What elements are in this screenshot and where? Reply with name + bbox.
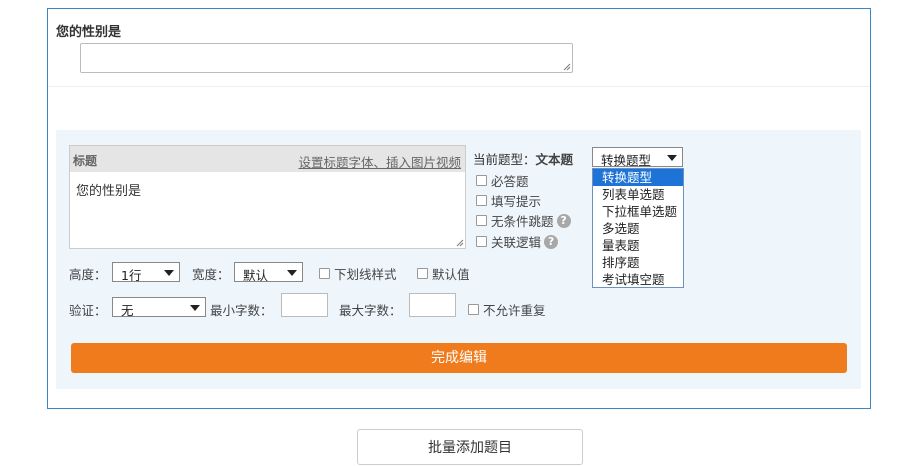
title-text[interactable]: 您的性别是 [76,180,141,199]
no-duplicate-checkbox[interactable] [468,304,479,315]
unconditional-jump-checkbox[interactable] [476,215,487,226]
title-label: 标题 [73,154,98,168]
chevron-down-icon [287,270,297,276]
current-type: 当前题型：文本题 [473,149,573,168]
linked-logic-checkbox[interactable] [476,236,487,247]
chevron-down-icon [667,155,677,161]
title-editor-header: 标题 设置标题字体、插入图片视频 [70,146,465,172]
validate-label: 验证： [69,303,107,318]
convert-type-select[interactable]: 转换题型 [592,147,683,168]
width-value: 默认 [243,268,269,283]
underline-style-option[interactable]: 下划线样式 [319,264,397,283]
help-icon[interactable]: ? [556,213,571,228]
dropdown-option[interactable]: 排序题 [593,254,683,271]
resize-grip-icon[interactable] [456,239,464,247]
default-value-label: 默认值 [432,267,470,282]
unconditional-jump-option[interactable]: 无条件跳题 ? [476,211,571,230]
title-editor[interactable]: 标题 设置标题字体、插入图片视频 您的性别是 [69,145,466,249]
finish-edit-button[interactable]: 完成编辑 [71,343,847,373]
required-label: 必答题 [491,174,529,189]
hint-option[interactable]: 填写提示 [476,191,541,210]
question-editor-panel: 标题 设置标题字体、插入图片视频 您的性别是 当前题型：文本题 转换题型 必答题… [56,130,861,389]
dropdown-option[interactable]: 多选题 [593,220,683,237]
hint-label: 填写提示 [491,194,542,209]
help-icon[interactable]: ? [544,234,559,249]
height-select[interactable]: 1行 [112,262,180,283]
underline-style-checkbox[interactable] [319,268,330,279]
underline-style-label: 下划线样式 [334,267,397,282]
default-value-option[interactable]: 默认值 [417,264,470,283]
chevron-down-icon [164,270,174,276]
convert-type-dropdown[interactable]: 转换题型 列表单选题 下拉框单选题 多选题 量表题 排序题 考试填空题 [592,168,684,288]
default-value-checkbox[interactable] [417,268,428,279]
max-chars-label: 最大字数： [339,303,402,318]
linked-logic-label: 关联逻辑 [491,235,542,250]
current-type-value: 文本题 [535,152,574,167]
min-chars-input[interactable] [281,293,328,317]
question-card: 您的性别是 标题 设置标题字体、插入图片视频 您的性别是 当前题型：文本题 转换… [47,8,871,409]
height-value: 1行 [121,268,142,283]
convert-type-value: 转换题型 [601,153,652,168]
batch-add-questions-button[interactable]: 批量添加题目 [357,429,583,465]
title-font-media-link[interactable]: 设置标题字体、插入图片视频 [298,152,461,171]
dropdown-option[interactable]: 列表单选题 [593,186,683,203]
dropdown-option[interactable]: 考试填空题 [593,271,683,288]
answer-textarea[interactable] [80,43,573,73]
divider [48,86,870,87]
height-label: 高度： [69,267,107,282]
width-label: 宽度： [192,267,230,282]
unconditional-jump-label: 无条件跳题 [491,214,554,229]
question-title: 您的性别是 [56,25,122,40]
required-checkbox[interactable] [476,175,487,186]
dropdown-option[interactable]: 转换题型 [593,169,683,186]
max-chars-input[interactable] [409,293,456,317]
validate-select[interactable]: 无 [112,297,206,318]
hint-checkbox[interactable] [476,195,487,206]
validate-value: 无 [121,303,134,318]
current-type-label: 当前题型： [473,152,536,167]
linked-logic-option[interactable]: 关联逻辑 ? [476,232,559,251]
dropdown-option[interactable]: 下拉框单选题 [593,203,683,220]
width-select[interactable]: 默认 [234,262,303,283]
no-duplicate-label: 不允许重复 [483,303,546,318]
resize-grip-icon[interactable] [563,63,571,71]
no-duplicate-option[interactable]: 不允许重复 [468,300,546,319]
dropdown-option[interactable]: 量表题 [593,237,683,254]
required-option[interactable]: 必答题 [476,171,529,190]
min-chars-label: 最小字数： [210,303,273,318]
chevron-down-icon [190,305,200,311]
